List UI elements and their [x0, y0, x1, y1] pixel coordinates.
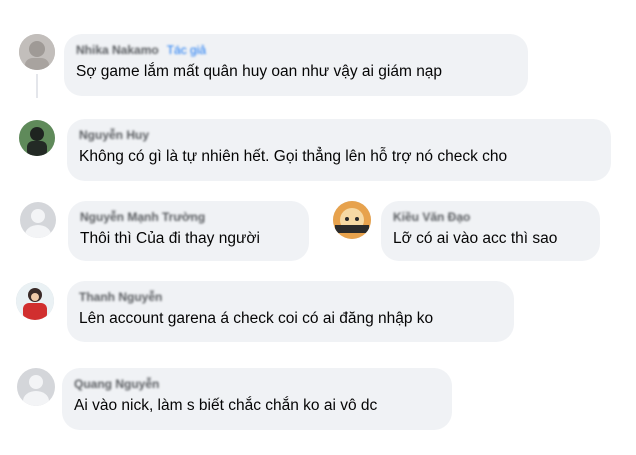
avatar[interactable] [19, 34, 55, 70]
author-name[interactable]: Kiều Văn Đạo [393, 210, 470, 224]
comment-bubble: Nhika Nakamo Tác giả Sợ game lắm mất quân… [64, 34, 528, 96]
comment-bubble: Thanh Nguyễn Lên account garena á check … [67, 281, 514, 342]
author-name[interactable]: Quang Nguyễn [74, 377, 159, 391]
comment-text: Không có gì là tự nhiên hết. Gọi thẳng l… [79, 148, 508, 165]
author-name[interactable]: Nguyễn Mạnh Trường [80, 210, 205, 224]
comment-text: Sợ game lắm mất quân huy oan như vậy ai … [76, 63, 443, 80]
comment-bubble: Nguyễn Mạnh Trường Thôi thì Của đi thay … [68, 201, 309, 261]
author-badge: Tác giả [166, 43, 207, 57]
comment-author[interactable]: Nguyễn Huy [79, 127, 599, 143]
avatar[interactable] [17, 368, 55, 406]
comment-text: Lỡ có ai vào acc thì sao [393, 230, 558, 247]
author-name[interactable]: Thanh Nguyễn [79, 290, 162, 304]
comment-author[interactable]: Kiều Văn Đạo [393, 209, 588, 225]
thread-line [36, 74, 38, 98]
avatar[interactable] [16, 282, 54, 320]
avatar[interactable] [19, 120, 55, 156]
default-avatar-shoulders [23, 391, 49, 406]
comment-text: Thôi thì Của đi thay người [80, 230, 260, 247]
avatar[interactable] [20, 202, 56, 238]
comment-author[interactable]: Thanh Nguyễn [79, 289, 502, 305]
comment-bubble: Nguyễn Huy Không có gì là tự nhiên hết. … [67, 119, 611, 181]
avatar[interactable] [333, 201, 371, 239]
comment-bubble: Kiều Văn Đạo Lỡ có ai vào acc thì sao [381, 201, 600, 261]
comment-author[interactable]: Quang Nguyễn [74, 376, 440, 392]
default-avatar-shoulders [25, 225, 51, 238]
author-name[interactable]: Nguyễn Huy [79, 128, 149, 142]
default-avatar-head [31, 209, 45, 223]
comment-bubble: Quang Nguyễn Ai vào nick, làm s biết chắ… [62, 368, 452, 430]
author-name[interactable]: Nhika Nakamo [76, 43, 159, 57]
comment-text: Lên account garena á check coi có ai đăn… [79, 310, 434, 327]
comment-author[interactable]: Nguyễn Mạnh Trường [80, 209, 297, 225]
comment-author[interactable]: Nhika Nakamo Tác giả [76, 42, 516, 58]
default-avatar-head [29, 375, 43, 389]
comment-text: Ai vào nick, làm s biết chắc chắn ko ai … [74, 397, 378, 414]
